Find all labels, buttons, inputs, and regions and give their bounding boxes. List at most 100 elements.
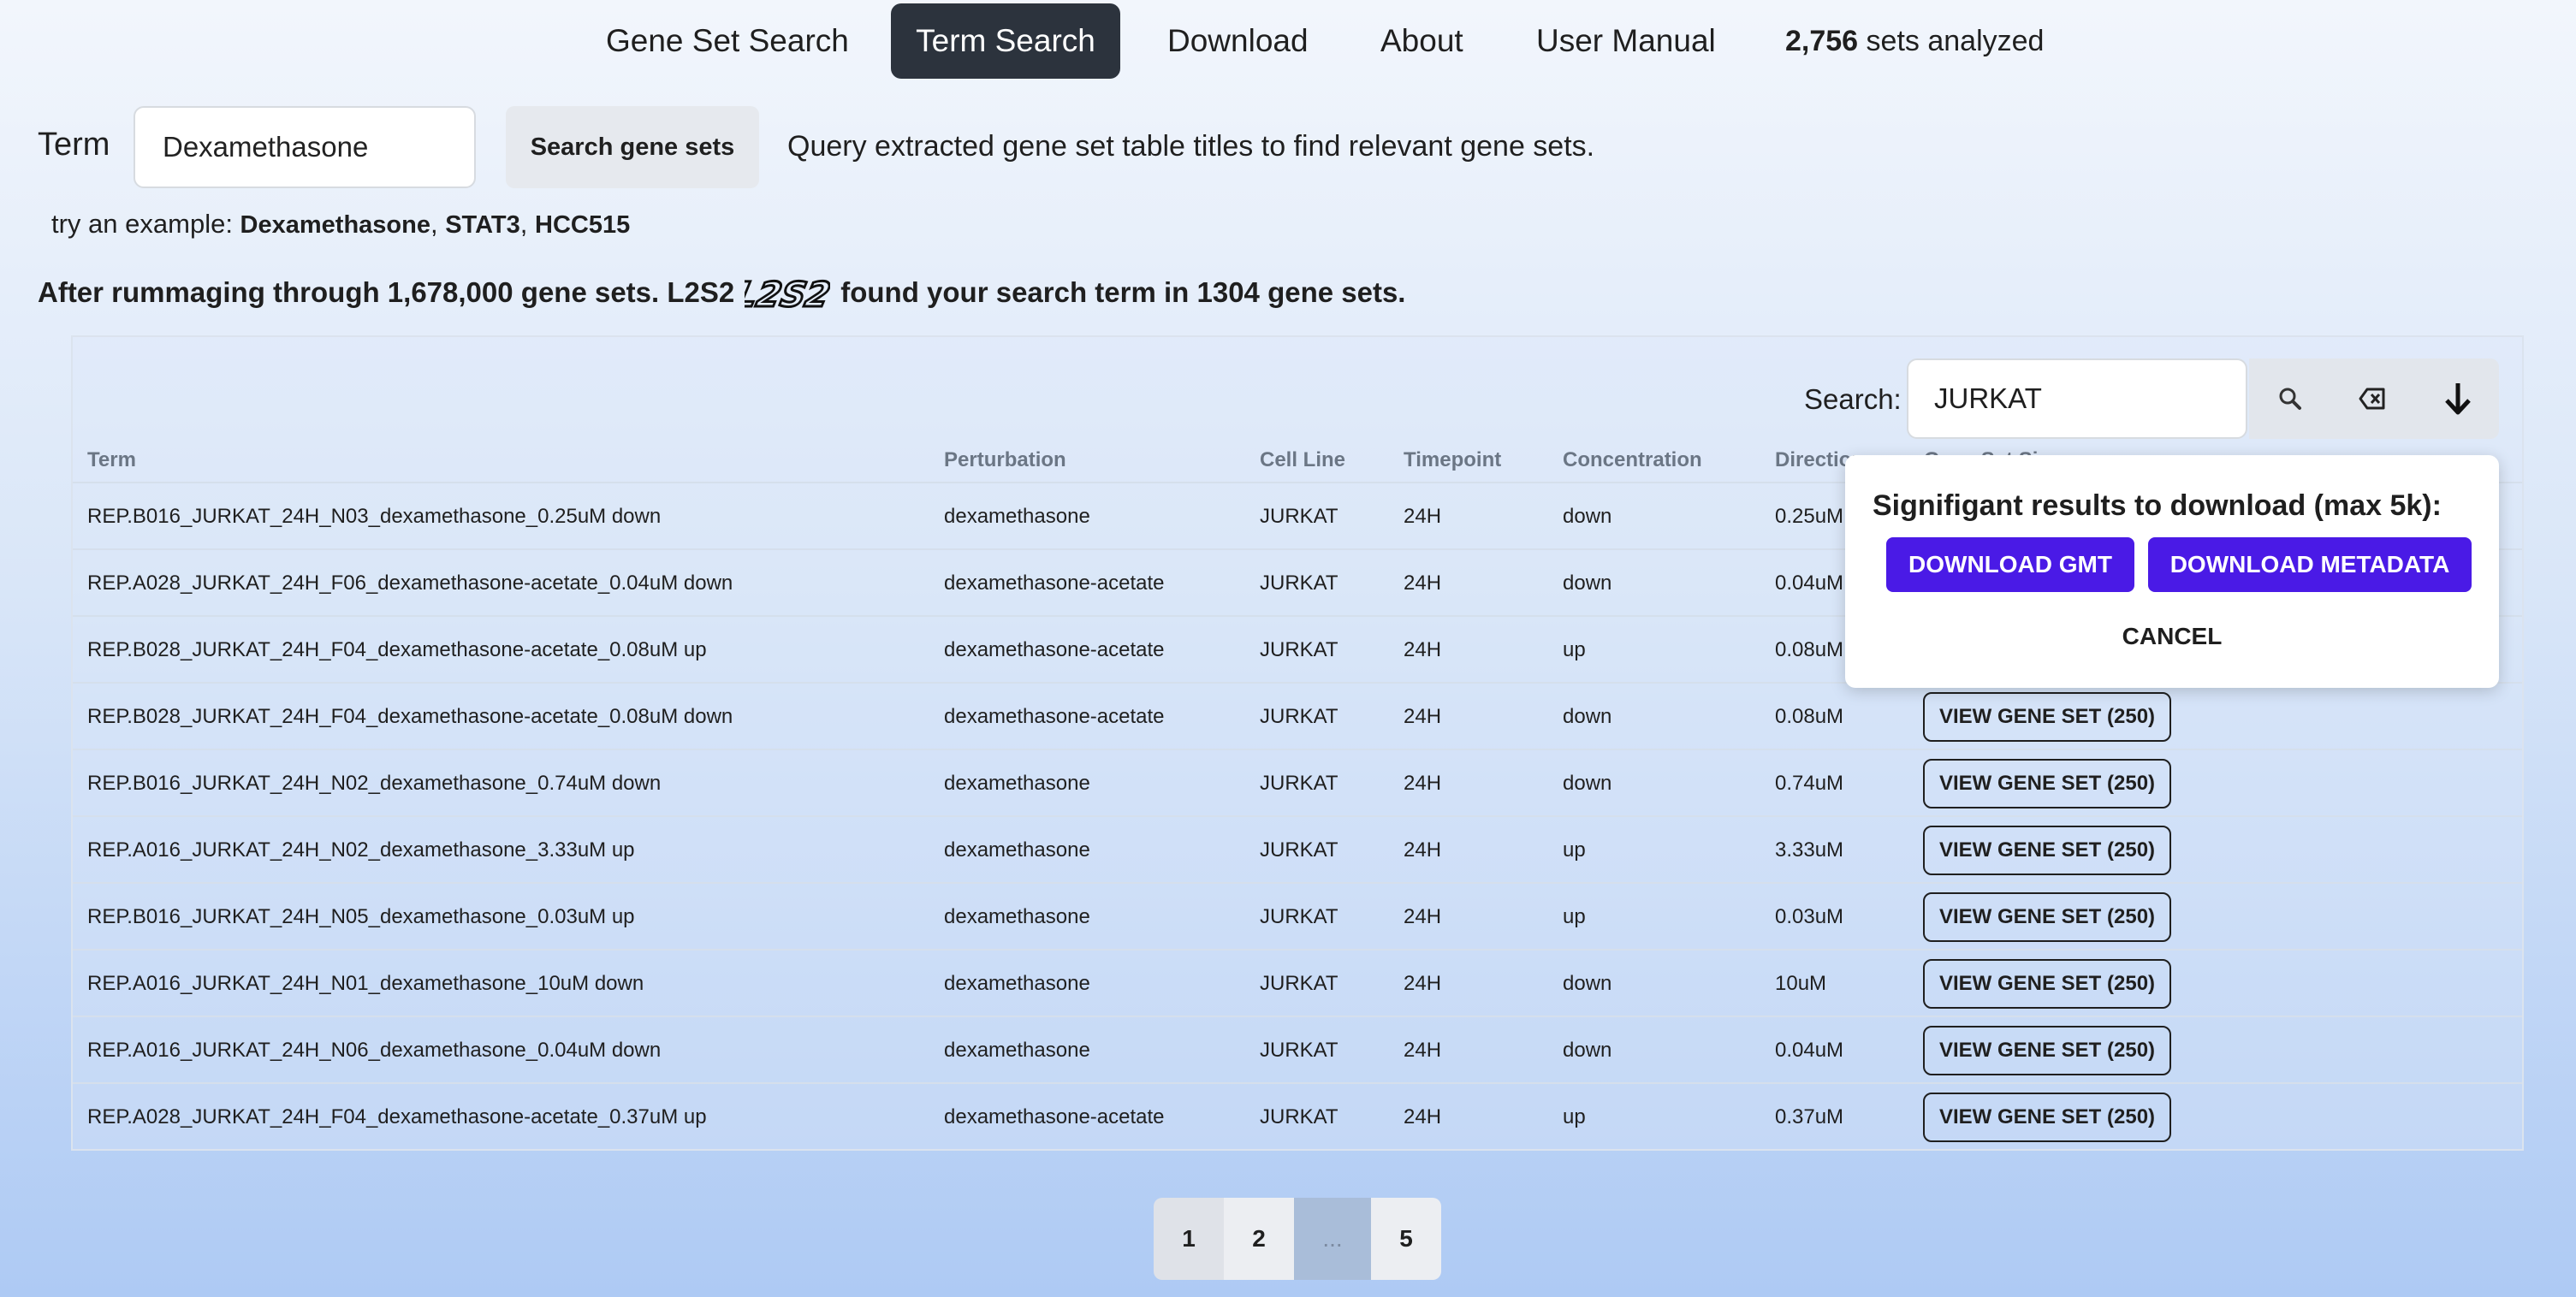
- term-input[interactable]: Dexamethasone: [134, 106, 476, 188]
- cell-cell-line: JURKAT: [1260, 1105, 1338, 1128]
- cell-direction: 0.04uM: [1775, 1039, 1844, 1062]
- table-row: REP.B016_JURKAT_24H_N02_dexamethasone_0.…: [73, 749, 2522, 817]
- cell-perturbation: dexamethasone: [944, 772, 1090, 795]
- table-row: REP.B028_JURKAT_24H_F04_dexamethasone-ac…: [73, 682, 2522, 750]
- cell-direction: 0.74uM: [1775, 772, 1844, 795]
- cell-timepoint: 24H: [1404, 1105, 1442, 1128]
- cell-perturbation: dexamethasone-acetate: [944, 572, 1165, 595]
- download-metadata-button[interactable]: DOWNLOAD METADATA: [2148, 537, 2472, 592]
- cell-concentration: down: [1563, 505, 1612, 528]
- cell-timepoint: 24H: [1404, 838, 1442, 862]
- header-timepoint[interactable]: Timepoint: [1404, 448, 1501, 472]
- search-gene-sets-button[interactable]: Search gene sets: [506, 106, 759, 188]
- sets-analyzed-counter: 2,756 sets analyzed: [1785, 3, 2044, 79]
- nav-user-manual[interactable]: User Manual: [1536, 3, 1716, 79]
- table-row: REP.A016_JURKAT_24H_N02_dexamethasone_3.…: [73, 815, 2522, 884]
- download-arrow-icon[interactable]: [2417, 358, 2499, 439]
- example-link-dexamethasone[interactable]: Dexamethasone: [240, 211, 430, 239]
- cell-cell-line: JURKAT: [1260, 772, 1338, 795]
- search-icon[interactable]: [2249, 358, 2331, 439]
- view-gene-set-button[interactable]: VIEW GENE SET (250): [1923, 1093, 2171, 1142]
- cell-perturbation: dexamethasone-acetate: [944, 638, 1165, 661]
- cell-timepoint: 24H: [1404, 505, 1442, 528]
- header-term[interactable]: Term: [87, 448, 136, 472]
- cell-cell-line: JURKAT: [1260, 972, 1338, 995]
- popup-title: Signifigant results to download (max 5k)…: [1873, 489, 2442, 522]
- cell-cell-line: JURKAT: [1260, 1039, 1338, 1062]
- table-search-label: Search:: [1804, 383, 1902, 415]
- sets-count-suffix: sets analyzed: [1858, 25, 2045, 57]
- header-concentration[interactable]: Concentration: [1563, 448, 1702, 472]
- cancel-button[interactable]: CANCEL: [1845, 623, 2499, 650]
- cell-concentration: down: [1563, 972, 1612, 995]
- view-gene-set-button[interactable]: VIEW GENE SET (250): [1923, 959, 2171, 1009]
- cell-concentration: down: [1563, 705, 1612, 728]
- page-1-button[interactable]: 1: [1154, 1198, 1224, 1280]
- page-5-button[interactable]: 5: [1371, 1198, 1441, 1280]
- cell-term: REP.B016_JURKAT_24H_N03_dexamethasone_0.…: [87, 505, 662, 528]
- cell-timepoint: 24H: [1404, 1039, 1442, 1062]
- cell-concentration: up: [1563, 638, 1586, 661]
- cell-term: REP.B028_JURKAT_24H_F04_dexamethasone-ac…: [87, 705, 733, 728]
- table-search-input[interactable]: JURKAT: [1907, 358, 2247, 439]
- example-separator: ,: [430, 209, 446, 239]
- page-2-button[interactable]: 2: [1224, 1198, 1294, 1280]
- cell-direction: 0.25uM: [1775, 505, 1844, 528]
- cell-timepoint: 24H: [1404, 772, 1442, 795]
- cell-cell-line: JURKAT: [1260, 905, 1338, 928]
- table-row: REP.B016_JURKAT_24H_N05_dexamethasone_0.…: [73, 882, 2522, 951]
- pagination: 1 2 ... 5: [1154, 1198, 1441, 1280]
- view-gene-set-button[interactable]: VIEW GENE SET (250): [1923, 1026, 2171, 1075]
- view-gene-set-button[interactable]: VIEW GENE SET (250): [1923, 892, 2171, 942]
- summary-before: After rummaging through 1,678,000 gene s…: [38, 276, 735, 308]
- cell-concentration: up: [1563, 1105, 1586, 1128]
- cell-term: REP.B016_JURKAT_24H_N02_dexamethasone_0.…: [87, 772, 662, 795]
- cell-term: REP.B028_JURKAT_24H_F04_dexamethasone-ac…: [87, 638, 707, 661]
- header-perturbation[interactable]: Perturbation: [944, 448, 1066, 472]
- summary-after: found your search term in 1304 gene sets…: [840, 276, 1406, 308]
- nav-term-search[interactable]: Term Search: [891, 3, 1120, 79]
- view-gene-set-button[interactable]: VIEW GENE SET (250): [1923, 759, 2171, 808]
- cell-cell-line: JURKAT: [1260, 705, 1338, 728]
- cell-perturbation: dexamethasone: [944, 1039, 1090, 1062]
- nav-download[interactable]: Download: [1167, 3, 1309, 79]
- clear-icon[interactable]: [2331, 358, 2413, 439]
- header-cell-line[interactable]: Cell Line: [1260, 448, 1345, 472]
- cell-perturbation: dexamethasone-acetate: [944, 705, 1165, 728]
- table-row: REP.A016_JURKAT_24H_N01_dexamethasone_10…: [73, 949, 2522, 1017]
- cell-timepoint: 24H: [1404, 972, 1442, 995]
- cell-term: REP.B016_JURKAT_24H_N05_dexamethasone_0.…: [87, 905, 635, 928]
- download-gmt-button[interactable]: DOWNLOAD GMT: [1886, 537, 2134, 592]
- download-popup: Signifigant results to download (max 5k)…: [1845, 455, 2499, 688]
- cell-perturbation: dexamethasone: [944, 972, 1090, 995]
- cell-cell-line: JURKAT: [1260, 838, 1338, 862]
- cell-direction: 0.08uM: [1775, 638, 1844, 661]
- cell-timepoint: 24H: [1404, 905, 1442, 928]
- cell-timepoint: 24H: [1404, 638, 1442, 661]
- cell-cell-line: JURKAT: [1260, 505, 1338, 528]
- cell-concentration: up: [1563, 905, 1586, 928]
- cell-direction: 3.33uM: [1775, 838, 1844, 862]
- cell-term: REP.A028_JURKAT_24H_F06_dexamethasone-ac…: [87, 572, 733, 595]
- l2s2-logo-text: L2S2: [745, 274, 830, 313]
- examples-prefix: try an example:: [51, 209, 240, 239]
- cell-term: REP.A016_JURKAT_24H_N02_dexamethasone_3.…: [87, 838, 635, 862]
- table-row: REP.A028_JURKAT_24H_F04_dexamethasone-ac…: [73, 1082, 2522, 1151]
- cell-concentration: up: [1563, 838, 1586, 862]
- view-gene-set-button[interactable]: VIEW GENE SET (250): [1923, 692, 2171, 742]
- cell-concentration: down: [1563, 572, 1612, 595]
- cell-term: REP.A028_JURKAT_24H_F04_dexamethasone-ac…: [87, 1105, 707, 1128]
- table-row: REP.A016_JURKAT_24H_N06_dexamethasone_0.…: [73, 1016, 2522, 1084]
- cell-perturbation: dexamethasone: [944, 505, 1090, 528]
- term-label: Term: [38, 127, 110, 163]
- cell-direction: 0.08uM: [1775, 705, 1844, 728]
- nav-gene-set-search[interactable]: Gene Set Search: [606, 3, 849, 79]
- example-link-stat3[interactable]: STAT3: [445, 211, 520, 239]
- cell-timepoint: 24H: [1404, 572, 1442, 595]
- l2s2-logo: L2S2: [745, 273, 830, 313]
- example-separator: ,: [519, 209, 535, 239]
- example-link-hcc515[interactable]: HCC515: [535, 211, 630, 239]
- cell-cell-line: JURKAT: [1260, 638, 1338, 661]
- view-gene-set-button[interactable]: VIEW GENE SET (250): [1923, 826, 2171, 875]
- nav-about[interactable]: About: [1380, 3, 1463, 79]
